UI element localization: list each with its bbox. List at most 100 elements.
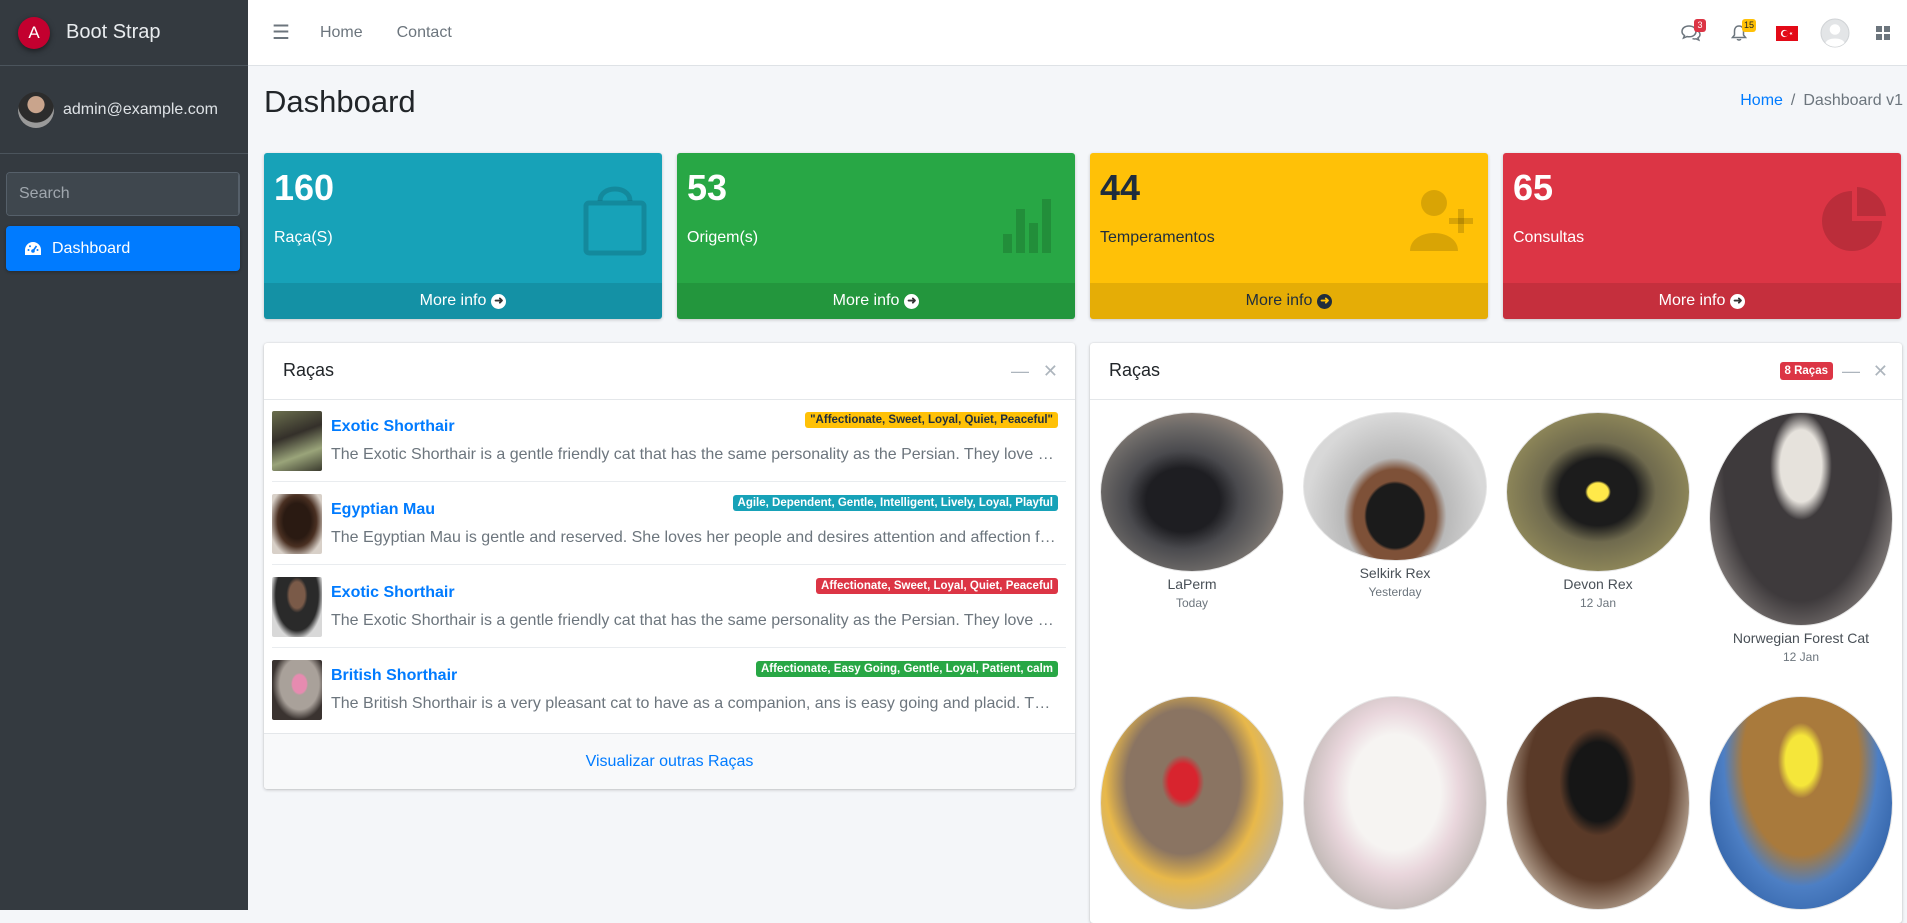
messages-count-badge: 3 [1694,19,1706,32]
breed-photo [1303,696,1487,910]
card-title: Raças [1109,360,1161,380]
notifications-button[interactable]: 15 [1715,0,1763,66]
sidebar-item-dashboard[interactable]: Dashboard [6,226,240,271]
breed-name-link[interactable]: Exotic Shorthair [331,584,455,602]
list-item: British Shorthair Affectionate, Easy Goi… [272,649,1066,731]
more-info-link[interactable]: More info ➜ [264,283,662,319]
list-item: Exotic Shorthair "Affectionate, Sweet, L… [272,400,1066,482]
list-item: Exotic Shorthair Affectionate, Sweet, Lo… [272,566,1066,648]
close-icon[interactable]: ✕ [1043,361,1058,382]
turkey-flag-icon [1776,25,1798,41]
stat-label: Raça(S) [274,229,333,246]
breed-photo [1506,412,1690,572]
search-button[interactable] [238,173,240,215]
collapse-icon[interactable]: — [1842,361,1860,382]
breed-photo [1709,696,1893,910]
view-more-breeds-link[interactable]: Visualizar outras Raças [264,733,1075,789]
apps-grid-button[interactable] [1859,0,1907,66]
pie-chart-icon [1822,187,1886,251]
card-header: Raças — ✕ [264,343,1075,400]
breeds-gallery-card: Raças 8 Raças — ✕ LaPerm Today Selkirk R… [1090,343,1902,923]
gallery-item[interactable]: Norwegian Forest Cat 12 Jan [1709,412,1893,664]
list-item: Egyptian Mau Agile, Dependent, Gentle, I… [272,483,1066,565]
arrow-circle-right-icon: ➜ [904,293,920,309]
brand-link[interactable]: A Boot Strap [0,0,248,66]
breed-image [272,494,322,554]
navbar-right: 3 15 [1667,0,1907,66]
search-input[interactable] [7,173,238,215]
breed-date: 12 Jan [1579,596,1617,610]
stat-box-temperamentos: 44 Temperamentos More info ➜ [1090,153,1488,319]
breed-photo [1100,412,1284,572]
menu-toggle-icon[interactable]: ☰ [272,20,290,45]
more-info-label: More info [1245,292,1313,309]
user-avatar [18,91,54,128]
view-more-label: Visualizar outras Raças [585,752,754,770]
breadcrumb-home-link[interactable]: Home [1740,92,1783,109]
breed-description: The Egyptian Mau is gentle and reserved.… [331,529,1059,546]
gallery-item[interactable] [1100,696,1284,910]
nav-link-contact[interactable]: Contact [397,24,452,42]
page-title: Dashboard [264,84,416,119]
tachometer-icon [25,241,41,255]
sidebar-search [6,172,240,216]
angular-logo-icon: A [18,16,50,49]
top-navbar: ☰ Home Contact 3 15 [248,0,1907,66]
temperament-badge: Affectionate, Easy Going, Gentle, Loyal,… [755,661,1058,677]
main-sidebar: A Boot Strap admin@example.com Dashboard [0,0,248,910]
breed-name: Devon Rex [1563,576,1633,592]
close-icon[interactable]: ✕ [1873,361,1888,382]
card-title: Raças [283,360,335,380]
more-info-label: More info [832,292,900,309]
breed-name-link[interactable]: British Shorthair [331,667,457,685]
breadcrumb-separator: / [1790,92,1796,109]
user-email[interactable]: admin@example.com [63,101,218,119]
breed-photo [1709,412,1893,626]
breed-name: LaPerm [1167,576,1217,592]
brand-logo-letter: A [28,22,40,42]
breed-date: 12 Jan [1782,650,1820,664]
card-header: Raças 8 Raças — ✕ [1090,343,1902,400]
user-plus-icon [1410,190,1473,251]
stat-label: Consultas [1513,229,1585,246]
user-avatar-icon [1820,18,1850,48]
breed-photo [1506,696,1690,910]
stat-box-origens: 53 Origem(s) More info ➜ [677,153,1075,319]
brand-name: Boot Strap [66,21,161,43]
language-selector[interactable] [1763,0,1811,66]
breed-name: Selkirk Rex [1359,565,1431,581]
gallery-item[interactable] [1303,696,1487,910]
stat-box-racas: 160 Raça(S) More info ➜ [264,153,662,319]
gallery-item[interactable] [1709,696,1893,910]
stat-value: 160 [274,167,335,208]
breed-name-link[interactable]: Exotic Shorthair [331,418,455,436]
arrow-circle-right-icon: ➜ [491,293,507,309]
gallery-item[interactable] [1506,696,1690,910]
breeds-count-badge: 8 Raças [1779,362,1833,380]
messages-button[interactable]: 3 [1667,0,1715,66]
breadcrumb: Home / Dashboard v1 [1740,92,1903,110]
shopping-bag-icon [583,186,647,256]
breed-name-link[interactable]: Egyptian Mau [331,501,435,519]
temperament-badge: Affectionate, Sweet, Loyal, Quiet, Peace… [816,578,1058,594]
user-menu-button[interactable] [1811,0,1859,66]
more-info-link[interactable]: More info ➜ [1503,283,1901,319]
more-info-link[interactable]: More info ➜ [677,283,1075,319]
search-icon [239,186,240,203]
breed-image [272,411,322,471]
breed-date: Yesterday [1368,585,1422,599]
gallery-item[interactable]: Devon Rex 12 Jan [1506,412,1690,610]
collapse-icon[interactable]: — [1011,361,1029,382]
user-panel[interactable]: admin@example.com [0,66,248,154]
breed-photo [1303,412,1487,561]
nav-link-home[interactable]: Home [320,24,363,42]
more-info-link[interactable]: More info ➜ [1090,283,1488,319]
breed-name: Norwegian Forest Cat [1732,630,1870,646]
gallery-item[interactable]: Selkirk Rex Yesterday [1303,412,1487,599]
sidebar-item-label: Dashboard [52,239,131,257]
stat-label: Origem(s) [687,229,759,246]
gallery-item[interactable]: LaPerm Today [1100,412,1284,610]
stat-value: 53 [687,167,728,208]
arrow-circle-right-icon: ➜ [1730,293,1746,309]
notifications-count-badge: 15 [1742,19,1757,32]
